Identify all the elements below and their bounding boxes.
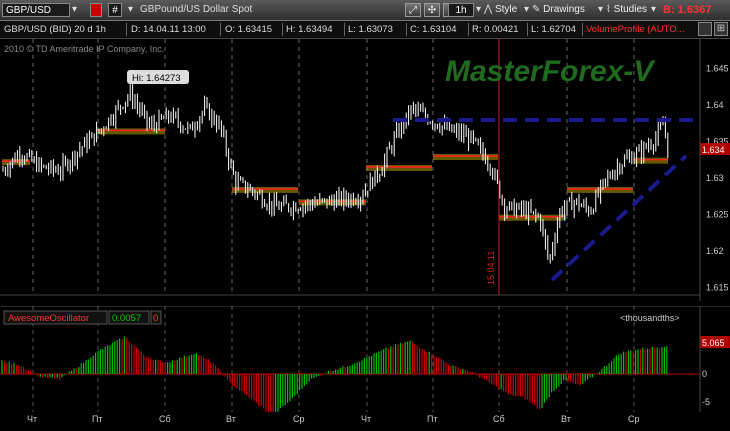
chart-title: GBPound/US Dollar Spot: [140, 4, 253, 15]
day-label: Пт: [92, 414, 103, 424]
high-info: H: 1.63494: [286, 24, 333, 35]
interval-dropdown-icon[interactable]: ▾: [476, 3, 481, 17]
style-button[interactable]: ⋀ Style: [484, 3, 528, 17]
drawings-button[interactable]: ✎ Drawings: [532, 3, 602, 17]
open-info: O: 1.63415: [225, 24, 273, 35]
volume-profile-band: [567, 186, 633, 193]
separator: [468, 23, 469, 36]
day-label: Ср: [628, 414, 640, 424]
units-label: <thousandths>: [620, 313, 680, 323]
day-label: Сб: [493, 414, 505, 424]
price-tick-label: 1.64: [706, 100, 724, 110]
price-tick-label: 1.625: [706, 210, 729, 220]
separator: [344, 23, 345, 36]
grid-icon[interactable]: ⊞: [714, 22, 728, 36]
style-label: Style: [494, 4, 518, 15]
separator: [220, 23, 221, 36]
day-label: Чт: [361, 414, 372, 424]
osc-tick-bottom: -5: [702, 397, 710, 407]
crosshair-icon[interactable]: ✣: [424, 3, 440, 17]
separator: [406, 23, 407, 36]
oscillator-value: 0.0057: [112, 313, 141, 324]
separator: [282, 23, 283, 36]
current-price: 1.634: [702, 145, 725, 155]
grid-button[interactable]: #: [108, 3, 122, 17]
volume-profile-band: [2, 159, 30, 166]
price-tick-label: 1.62: [706, 246, 724, 256]
symbol-dropdown-icon[interactable]: ▾: [72, 3, 82, 17]
hi-label: Hi: 1.64273: [132, 73, 181, 84]
volume-profile-info[interactable]: VolumeProfile (AUTO...: [586, 24, 692, 36]
studies-label: Studies: [613, 4, 648, 15]
day-label: Вт: [226, 414, 236, 424]
separator: [527, 23, 528, 36]
expand-icon[interactable]: ⤢: [405, 3, 421, 17]
day-label: Вт: [561, 414, 571, 424]
settings-icon[interactable]: [698, 22, 712, 36]
date-info: D: 14.04.11 13:00: [131, 24, 206, 35]
style-icon: ⋀: [484, 4, 493, 15]
oscillator-extra: 0: [153, 313, 158, 324]
day-label: Пт: [427, 414, 438, 424]
volume-profile-band: [366, 165, 432, 171]
drawings-label: Drawings: [543, 4, 585, 15]
day-label: Сб: [159, 414, 171, 424]
oscillator-name: AwesomeOscillator: [8, 313, 89, 324]
toolbar: GBP/USD ▾ # ▾ GBPound/US Dollar Spot ⤢ ✣…: [0, 0, 730, 21]
oscillator-pane[interactable]: AwesomeOscillator 0.0057 0 <thousandths>…: [0, 306, 730, 412]
style-dropdown-icon[interactable]: ▾: [524, 3, 529, 17]
price-tick-label: 1.615: [706, 283, 729, 293]
close-info: C: 1.63104: [410, 24, 457, 35]
day-label: Ср: [293, 414, 305, 424]
day-label: Чт: [27, 414, 38, 424]
low-info: L: 1.63073: [348, 24, 393, 35]
bid-price: B: 1.6367: [663, 4, 712, 16]
pair-info: GBP/USD (BID) 20 d 1h: [4, 24, 106, 35]
price-tick-label: 1.63: [706, 173, 724, 183]
range-info: R: 0.00421: [472, 24, 519, 35]
drawings-dropdown-icon[interactable]: ▾: [598, 3, 603, 17]
watermark: MasterForex-V: [445, 55, 656, 88]
info-bar: GBP/USD (BID) 20 d 1h D: 14.04.11 13:00 …: [0, 21, 730, 39]
dropdown-icon[interactable]: ▾: [128, 3, 138, 17]
last-info: L: 1.62704: [531, 24, 576, 35]
link-icon[interactable]: [90, 3, 102, 17]
separator: [126, 23, 127, 36]
price-tick-label: 1.645: [706, 63, 729, 73]
date-marker: 15.04.11: [486, 251, 496, 285]
studies-dropdown-icon[interactable]: ▾: [651, 3, 656, 17]
volume-profile-band: [499, 214, 566, 221]
price-chart[interactable]: 15.04.11 2010 © TD Ameritrade IP Company…: [0, 39, 730, 301]
studies-icon: ⌇: [606, 4, 611, 15]
separator: [582, 23, 583, 36]
osc-tick-zero: 0: [702, 369, 707, 379]
pencil-icon: ✎: [532, 4, 541, 15]
copyright-text: 2010 © TD Ameritrade IP Company, Inc.: [4, 44, 164, 54]
symbol-input[interactable]: GBP/USD: [2, 3, 70, 17]
interval-select[interactable]: 1h: [448, 3, 474, 17]
volume-profile-band: [634, 157, 668, 164]
volume-profile-band: [232, 186, 298, 193]
osc-tick-top: 5.065: [702, 338, 725, 348]
